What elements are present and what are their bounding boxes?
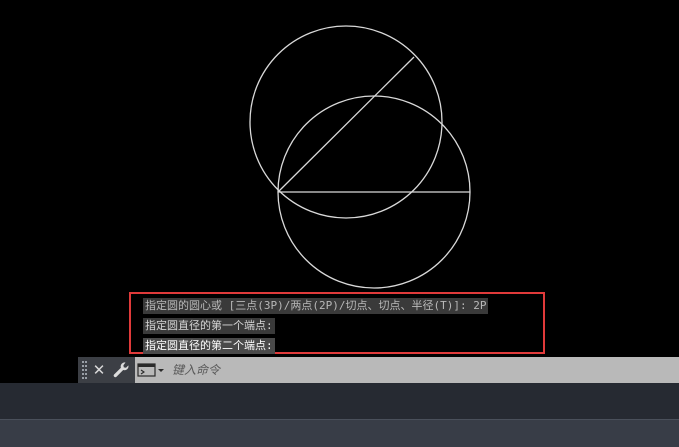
drawing-canvas[interactable]: 指定圆的圆心或 [三点(3P)/两点(2P)/切点、切点、半径(T)]: 2P … [0,0,679,380]
layout-tabs-bar [0,419,679,447]
command-history-panel: 指定圆的圆心或 [三点(3P)/两点(2P)/切点、切点、半径(T)]: 2P … [129,292,545,354]
history-line-2: 指定圆直径的第一个端点: [143,318,275,334]
command-line-controls: ✕ [78,357,135,383]
grip-handle-icon[interactable] [82,361,88,379]
history-line-3: 指定圆直径的第二个端点: [143,338,275,354]
command-line-bar: ✕ [78,357,679,383]
wrench-icon[interactable] [112,361,130,379]
status-bar [0,383,679,419]
diameter-line-diagonal [277,56,415,193]
command-input[interactable] [172,360,672,380]
history-line-1: 指定圆的圆心或 [三点(3P)/两点(2P)/切点、切点、半径(T)]: 2P [143,298,489,314]
close-icon[interactable]: ✕ [92,360,106,380]
circle-upper [249,25,443,219]
command-prompt-icon[interactable] [137,362,167,378]
